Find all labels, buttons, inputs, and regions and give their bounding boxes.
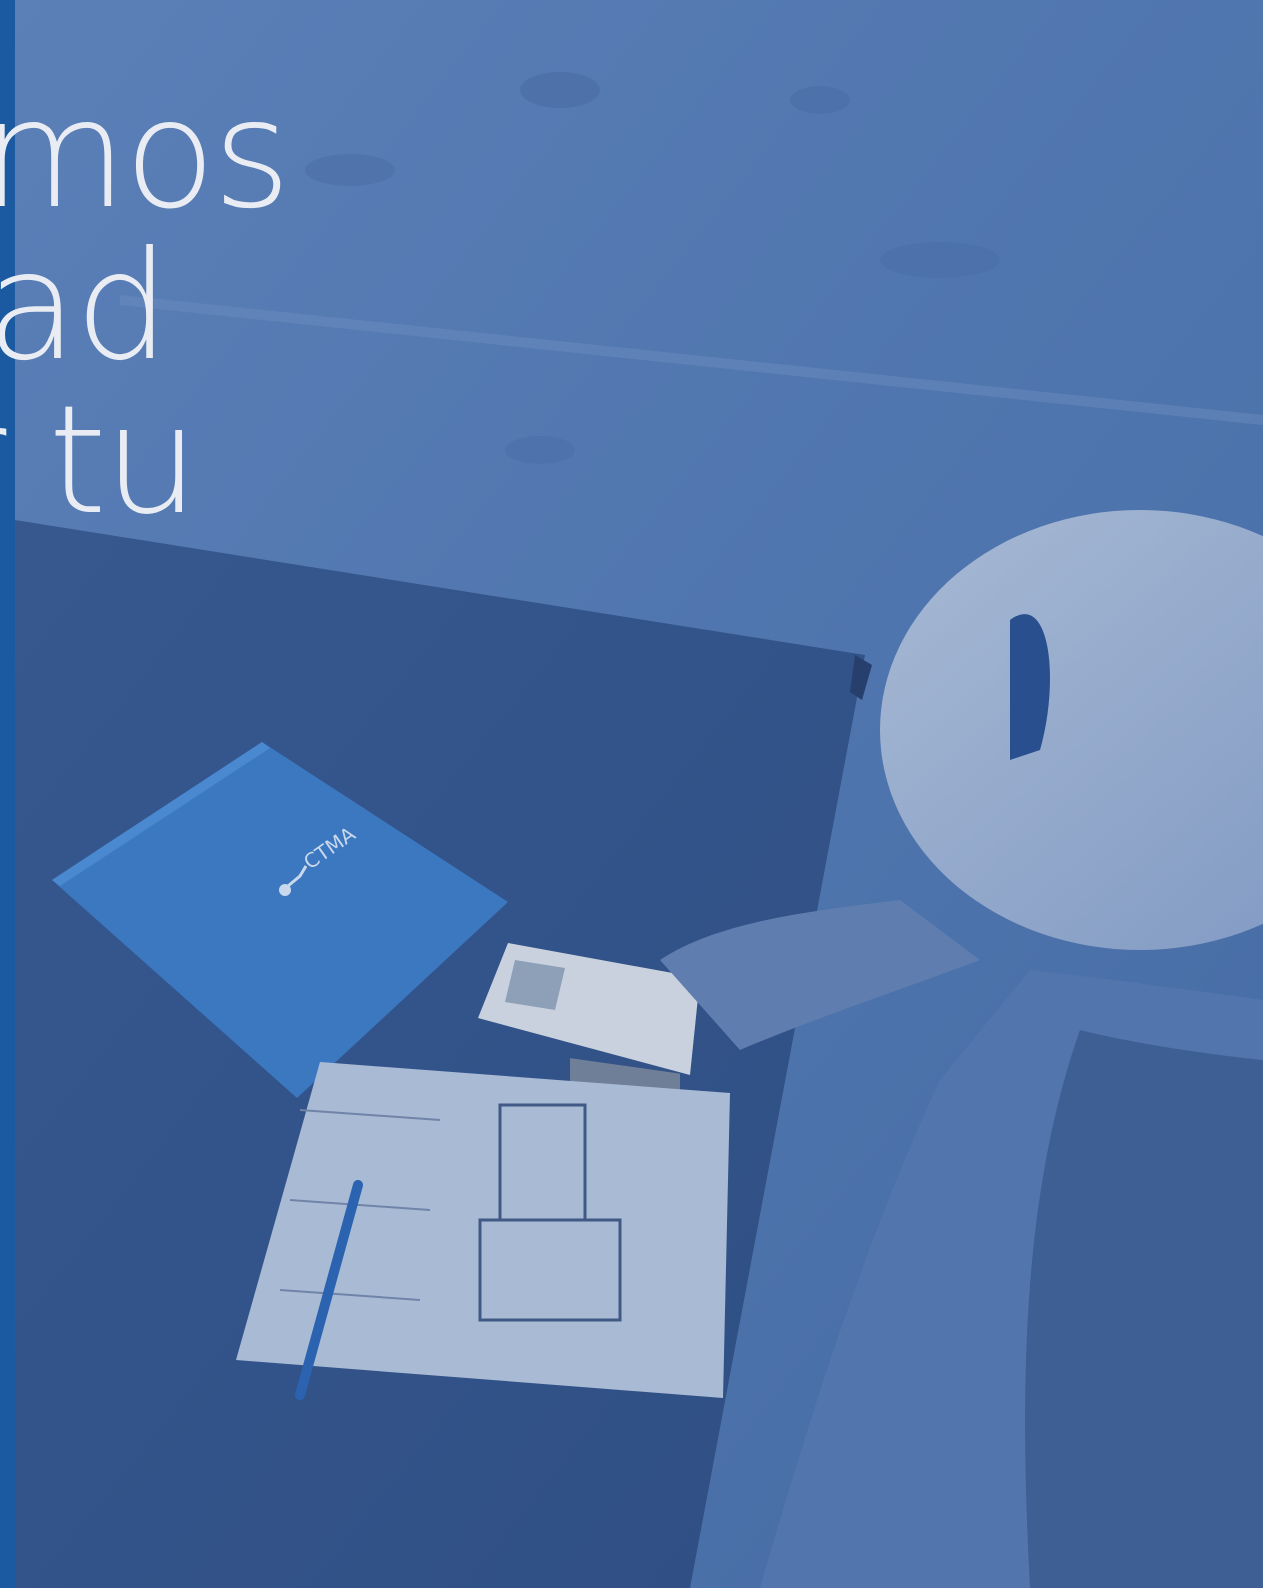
headline-line-2: lad (0, 220, 170, 394)
headline-line-3: r tu (0, 374, 199, 520)
hero-page: CTMA amos lad r tu (0, 0, 1263, 1588)
headline-line-1: amos (0, 68, 291, 242)
headline: amos lad r tu (0, 0, 400, 520)
